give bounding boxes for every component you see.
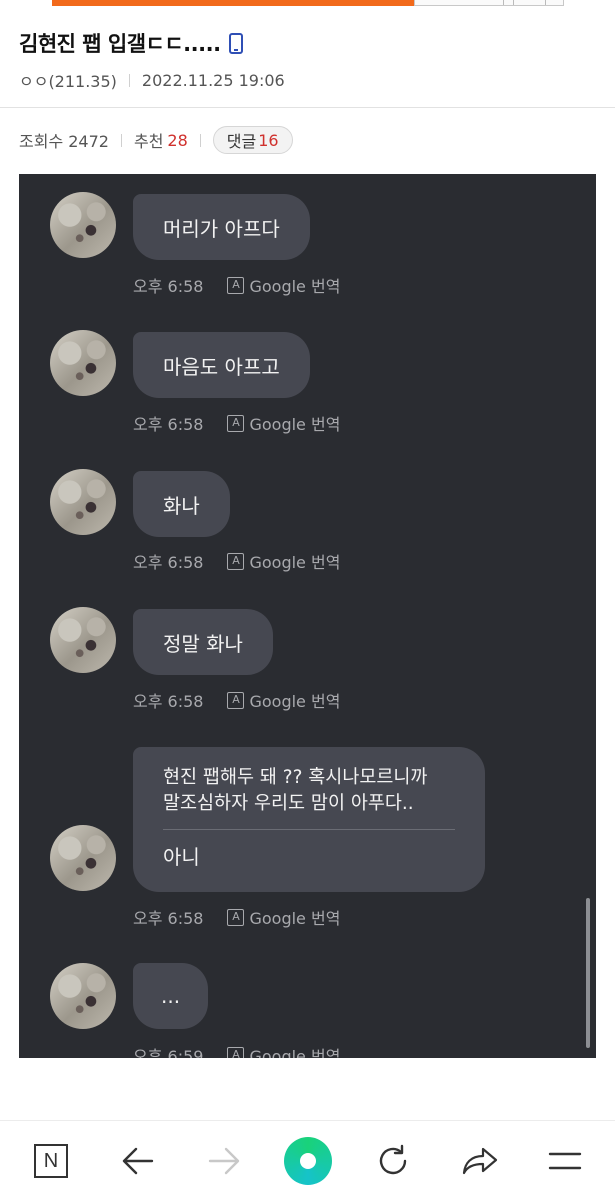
comments-label: 댓글 (226, 132, 257, 151)
message-text: 화나 (163, 493, 200, 518)
message-text: 아니 (163, 845, 200, 869)
avatar (50, 963, 116, 1029)
comments-count: 16 (258, 130, 279, 150)
back-button[interactable] (118, 1141, 158, 1181)
translate-label: Google 번역 (249, 553, 341, 572)
comments-button[interactable]: 댓글 16 (212, 126, 293, 154)
avatar (50, 192, 116, 258)
message-meta: 오후 6:58 A Google 번역 (133, 273, 340, 297)
back-arrow-icon (122, 1147, 154, 1175)
translate-a-icon: A (227, 552, 245, 570)
share-icon (462, 1147, 498, 1175)
message-time: 오후 6:58 (133, 909, 204, 928)
translate-a-icon: A (227, 908, 245, 926)
recommend-label: 추천 (133, 132, 164, 151)
forward-button[interactable] (204, 1141, 244, 1181)
quoted-text-line: 말조심하자 우리도 맘이 아푸다.. (163, 793, 414, 814)
message-text: 마음도 아프고 (163, 354, 280, 379)
post-stats: 조회수 2472 추천 28 댓글 16 (19, 126, 293, 154)
translate-label: Google 번역 (249, 415, 341, 434)
post-title-row: 김현진 팹 입갤ㄷㄷ..... (19, 28, 243, 58)
message-time: 오후 6:59 (133, 1047, 204, 1058)
message-text: 머리가 아프다 (163, 216, 280, 241)
menu-button[interactable] (545, 1141, 585, 1181)
translate-a-icon: A (227, 1046, 245, 1058)
message-bubble: 화나 (133, 471, 230, 537)
page-load-progress (52, 0, 414, 6)
message-meta: 오후 6:58 A Google 번역 (133, 688, 340, 712)
quote-divider (163, 829, 455, 830)
view-count: 조회수 2472 (19, 132, 109, 151)
naver-n-icon: N (34, 1144, 68, 1178)
message-meta: 오후 6:58 A Google 번역 (133, 411, 340, 435)
browser-top-strip (0, 0, 615, 8)
forward-arrow-icon (208, 1147, 240, 1175)
chat-scrollbar (586, 898, 590, 1048)
translate-a-icon: A (227, 414, 245, 432)
refresh-icon (379, 1144, 407, 1175)
message-meta: 오후 6:58 A Google 번역 (133, 905, 340, 929)
home-button[interactable] (284, 1137, 332, 1185)
translate-link[interactable]: A Google 번역 (227, 688, 340, 712)
avatar (50, 469, 116, 535)
translate-link[interactable]: A Google 번역 (227, 905, 340, 929)
post-date: 2022.11.25 19:06 (141, 70, 285, 90)
message-meta: 오후 6:59 A Google 번역 (133, 1043, 340, 1058)
message-bubble: 정말 화나 (133, 609, 273, 675)
stats-divider (120, 133, 122, 147)
translate-link[interactable]: A Google 번역 (227, 549, 340, 573)
top-tab-strip (414, 0, 564, 6)
translate-link[interactable]: A Google 번역 (227, 411, 340, 435)
reply-bubble: 현진 팹해두 돼 ?? 혹시나모르니까 말조심하자 우리도 맘이 아푸다.. 아… (133, 747, 485, 892)
mobile-phone-icon (228, 32, 243, 54)
translate-label: Google 번역 (249, 909, 341, 928)
translate-link[interactable]: A Google 번역 (227, 1043, 340, 1058)
menu-icon (548, 1152, 582, 1170)
post-author[interactable]: ㅇㅇ(211.35) (19, 68, 117, 92)
green-home-icon (284, 1137, 332, 1185)
translate-label: Google 번역 (249, 277, 341, 296)
message-text: ... (161, 984, 181, 1008)
recommend-count: 28 (167, 130, 188, 150)
quoted-text-line: 현진 팹해두 돼 ?? 혹시나모르니까 (163, 767, 428, 788)
message-meta: 오후 6:58 A Google 번역 (133, 549, 340, 573)
translate-label: Google 번역 (249, 692, 341, 711)
share-button[interactable] (460, 1141, 500, 1181)
refresh-button[interactable] (373, 1141, 413, 1181)
translate-link[interactable]: A Google 번역 (227, 273, 340, 297)
translate-label: Google 번역 (249, 1047, 341, 1058)
avatar (50, 607, 116, 673)
message-text: 정말 화나 (163, 631, 243, 656)
naver-n-button[interactable]: N (31, 1141, 71, 1181)
stats-divider (199, 133, 201, 147)
post-title: 김현진 팹 입갤ㄷㄷ..... (19, 32, 221, 56)
translate-a-icon: A (227, 691, 245, 709)
meta-divider (128, 73, 130, 87)
message-bubble: 마음도 아프고 (133, 332, 310, 398)
chat-screenshot: 머리가 아프다 오후 6:58 A Google 번역 마음도 아프고 오후 6… (19, 174, 596, 1058)
message-bubble: 머리가 아프다 (133, 194, 310, 260)
message-time: 오후 6:58 (133, 277, 204, 296)
post-meta: ㅇㅇ(211.35) 2022.11.25 19:06 (19, 68, 285, 92)
header-divider (0, 107, 615, 108)
message-time: 오후 6:58 (133, 415, 204, 434)
message-time: 오후 6:58 (133, 553, 204, 572)
message-time: 오후 6:58 (133, 692, 204, 711)
avatar (50, 825, 116, 891)
avatar (50, 330, 116, 396)
browser-bottom-nav: N (0, 1120, 615, 1200)
translate-a-icon: A (227, 276, 245, 294)
message-bubble: ... (133, 963, 209, 1029)
